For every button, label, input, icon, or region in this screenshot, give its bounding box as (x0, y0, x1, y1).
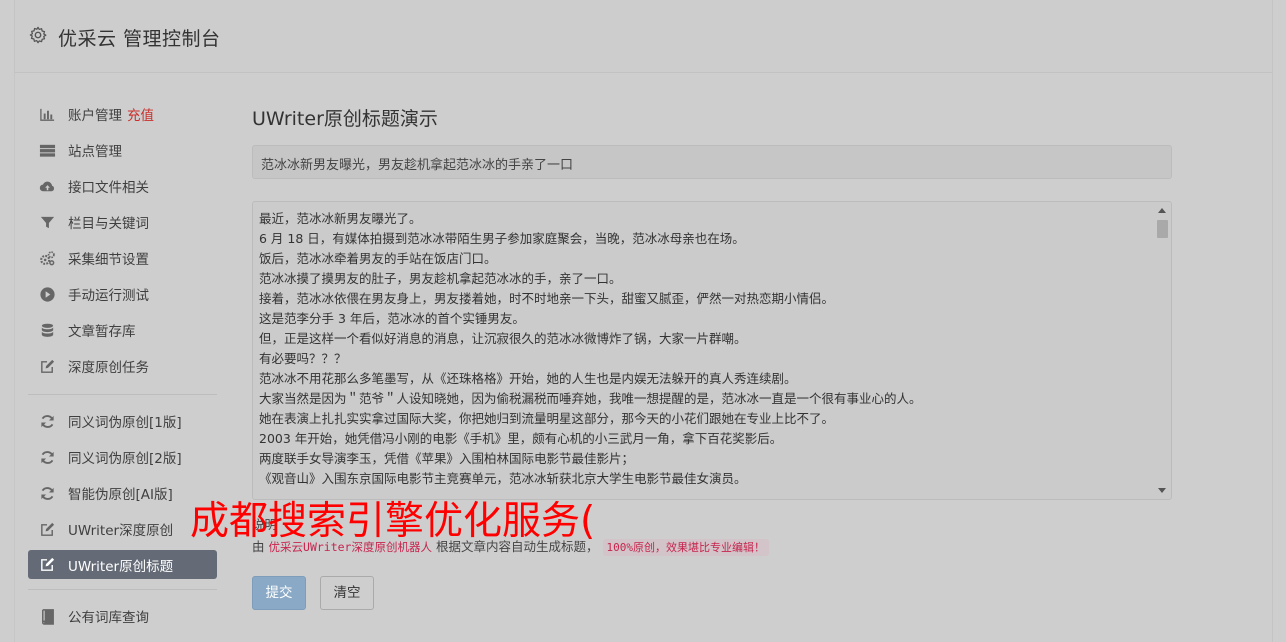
sidebar-item-label: 接口文件相关 (68, 180, 149, 196)
content-line: 范冰冰摸了摸男友的肚子，男友趁机拿起范冰冰的手，亲了一口。 (259, 271, 622, 286)
sidebar-divider (28, 394, 217, 395)
cogs-icon (38, 249, 56, 267)
sidebar-item-columns-keywords[interactable]: 栏目与关键词 (28, 204, 217, 240)
sidebar-nav: 账户管理 充值 站点管理 接口文件相关 栏目与关键词 采集细节设置 手动运行测试… (28, 96, 217, 634)
refresh-icon (38, 484, 56, 502)
sidebar-item-article-store[interactable]: 文章暂存库 (28, 312, 217, 348)
sidebar-item-label: 同义词伪原创[2版] (68, 451, 182, 467)
sidebar-item-label: 采集细节设置 (68, 252, 149, 268)
submit-button[interactable]: 提交 (252, 576, 306, 610)
sidebar-item-deep-original-task[interactable]: 深度原创任务 (28, 348, 217, 384)
app-title: 优采云 管理控制台 (58, 28, 221, 50)
cloud-upload-icon (38, 177, 56, 195)
content-line: 大家当然是因为＂范爷＂人设知晓她，因为偷税漏税而唾弃她，我唯一想提醒的是，范冰冰… (259, 391, 922, 406)
sidebar-item-public-lexicon[interactable]: 公有词库查询 (28, 598, 217, 634)
bar-chart-icon (38, 105, 56, 123)
play-circle-icon (38, 285, 56, 303)
sidebar-item-label: UWriter原创标题 (68, 558, 174, 575)
edit-icon (38, 357, 56, 375)
sidebar-item-label: 公有词库查询 (68, 610, 149, 626)
content-textarea[interactable]: 最近，范冰冰新男友曝光了。 6 月 18 日，有媒体拍摄到范冰冰带陌生男子参加家庭… (252, 201, 1172, 500)
server-icon (38, 141, 56, 159)
sidebar-item-label: 文章暂存库 (68, 324, 136, 340)
content-line: 范冰冰不用花那么多笔墨写，从《还珠格格》开始，她的人生也是内娱无法躲开的真人秀连… (259, 371, 797, 386)
sidebar-item-label: 手动运行测试 (68, 288, 149, 304)
content-line: 接着，范冰冰依偎在男友身上，男友搂着她，时不时地亲一下头，甜蜜又腻歪，俨然一对热… (259, 291, 835, 306)
main-panel: UWriter原创标题演示 范冰冰新男友曝光，男友趁机拿起范冰冰的手亲了一口 最… (252, 100, 1172, 610)
content-text: 最近，范冰冰新男友曝光了。 6 月 18 日，有媒体拍摄到范冰冰带陌生男子参加家庭… (253, 202, 1171, 489)
recharge-badge[interactable]: 充值 (127, 104, 154, 124)
sidebar-item-synonym-v2[interactable]: 同义词伪原创[2版] (28, 439, 217, 475)
sidebar-item-label: 智能伪原创[AI版] (68, 487, 173, 503)
sidebar-item-uwriter-deep[interactable]: UWriter深度原创 (28, 511, 217, 547)
frame-left-border (14, 73, 15, 642)
content-line: 饭后，范冰冰牵着男友的手站在饭店门口。 (259, 251, 497, 266)
filter-icon (38, 213, 56, 231)
content-line: 《观音山》入围东京国际电影节主竞赛单元，范冰冰斩获北京大学生电影节最佳女演员。 (259, 471, 747, 486)
textarea-scrollbar[interactable] (1155, 204, 1169, 497)
sidebar-item-sites[interactable]: 站点管理 (28, 132, 217, 168)
edit-icon (38, 520, 56, 538)
clear-button[interactable]: 清空 (320, 576, 374, 610)
content-line: 有必要吗？？？ (259, 351, 347, 366)
book-icon (38, 607, 56, 625)
edit-icon (38, 556, 56, 574)
sidebar-item-label: UWriter深度原创 (68, 523, 174, 539)
content-line: 6 月 18 日，有媒体拍摄到范冰冰带陌生男子参加家庭聚会，当晚，范冰冰母亲也在… (259, 231, 745, 246)
content-line: 最近，范冰冰新男友曝光了。 (259, 211, 422, 226)
sidebar-item-label: 账户管理 (68, 108, 122, 124)
title-input[interactable]: 范冰冰新男友曝光，男友趁机拿起范冰冰的手亲了一口 (252, 145, 1172, 179)
refresh-icon (38, 412, 56, 430)
database-icon (38, 321, 56, 339)
sidebar-item-label: 栏目与关键词 (68, 216, 149, 232)
sidebar-item-collect-settings[interactable]: 采集细节设置 (28, 240, 217, 276)
sidebar-item-synonym-v1[interactable]: 同义词伪原创[1版] (28, 403, 217, 439)
sidebar-item-manual-test[interactable]: 手动运行测试 (28, 276, 217, 312)
sidebar-divider (28, 589, 217, 590)
sidebar-item-interface-files[interactable]: 接口文件相关 (28, 168, 217, 204)
sidebar-item-account[interactable]: 账户管理 充值 (28, 96, 217, 132)
content-line: 2003 年开始，她凭借冯小刚的电影《手机》里，颇有心机的小三武月一角，拿下百花… (259, 431, 783, 446)
top-header: 优采云 管理控制台 (14, 0, 1273, 73)
gear-icon (29, 26, 47, 44)
scroll-down-icon[interactable] (1158, 488, 1166, 493)
sidebar-item-uwriter-title[interactable]: UWriter原创标题 (28, 550, 217, 579)
refresh-icon (38, 448, 56, 466)
frame-right-border (1272, 73, 1273, 642)
page-title: UWriter原创标题演示 (252, 108, 438, 130)
scroll-up-icon[interactable] (1158, 208, 1166, 213)
sidebar-item-label: 深度原创任务 (68, 360, 149, 376)
watermark-overlay-text: 成都搜索引擎优化服务( (190, 499, 596, 544)
content-line: 但，正是这样一个看似好消息的消息，让沉寂很久的范冰冰微博炸了锅，大家一片群嘲。 (259, 331, 747, 346)
desc-highlight: 100%原创，效果堪比专业编辑！ (602, 539, 769, 556)
content-line: 两度联手女导演李玉，凭借《苹果》入围柏林国际电影节最佳影片； (259, 451, 635, 466)
sidebar-item-label: 同义词伪原创[1版] (68, 415, 182, 431)
content-line: 这是范李分手 3 年后，范冰冰的首个实锤男友。 (259, 311, 525, 326)
scroll-thumb[interactable] (1157, 220, 1168, 238)
sidebar-item-label: 站点管理 (68, 144, 122, 160)
content-line: 她在表演上扎扎实实拿过国际大奖，你把她归到流量明星这部分，那今天的小花们跟她在专… (259, 411, 835, 426)
sidebar-item-ai-rewrite[interactable]: 智能伪原创[AI版] (28, 475, 217, 511)
